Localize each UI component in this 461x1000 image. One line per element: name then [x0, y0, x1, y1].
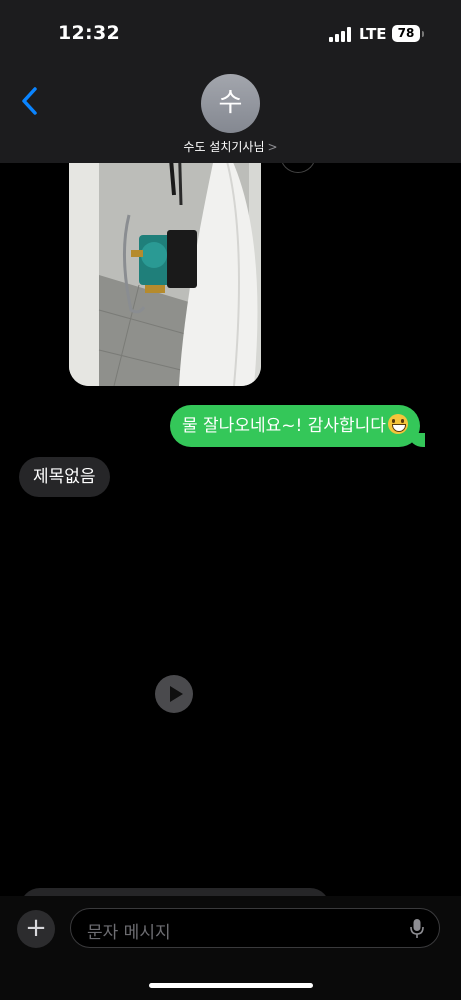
contact-name-link[interactable]: 수도 설치기사님 > [0, 138, 461, 155]
outgoing-message-bubble[interactable]: 물 잘나오네요~! 감사합니다 [170, 405, 425, 447]
add-attachment-button[interactable]: + [17, 910, 55, 948]
battery-tip [422, 31, 424, 37]
network-type: LTE [359, 25, 387, 43]
video-play-icon[interactable] [155, 675, 193, 713]
status-time: 12:32 [58, 22, 120, 44]
incoming-message-subject: 제목없음 [33, 467, 96, 487]
avatar[interactable]: 수 [201, 74, 260, 133]
battery-icon: 78 [392, 25, 420, 42]
chevron-right-icon: > [267, 140, 278, 154]
microphone-icon[interactable] [409, 918, 425, 940]
message-input-placeholder: 문자 메시지 [87, 923, 171, 943]
back-chevron-icon[interactable] [16, 84, 46, 118]
grinning-face-emoji-icon [387, 414, 408, 434]
outgoing-message-text: 물 잘나오네요~! 감사합니다 [182, 416, 386, 436]
home-indicator [149, 983, 313, 988]
status-bar: 12:32 LTE 78 [0, 0, 461, 64]
message-input[interactable]: 문자 메시지 [70, 908, 440, 948]
photo-attachment[interactable] [69, 135, 261, 386]
signal-icon [329, 27, 351, 42]
incoming-message-bubble[interactable]: 제목없음 [19, 457, 110, 497]
pump-photo [69, 135, 261, 386]
contact-name: 수도 설치기사님 [183, 140, 265, 154]
bubble-tail [408, 433, 425, 447]
